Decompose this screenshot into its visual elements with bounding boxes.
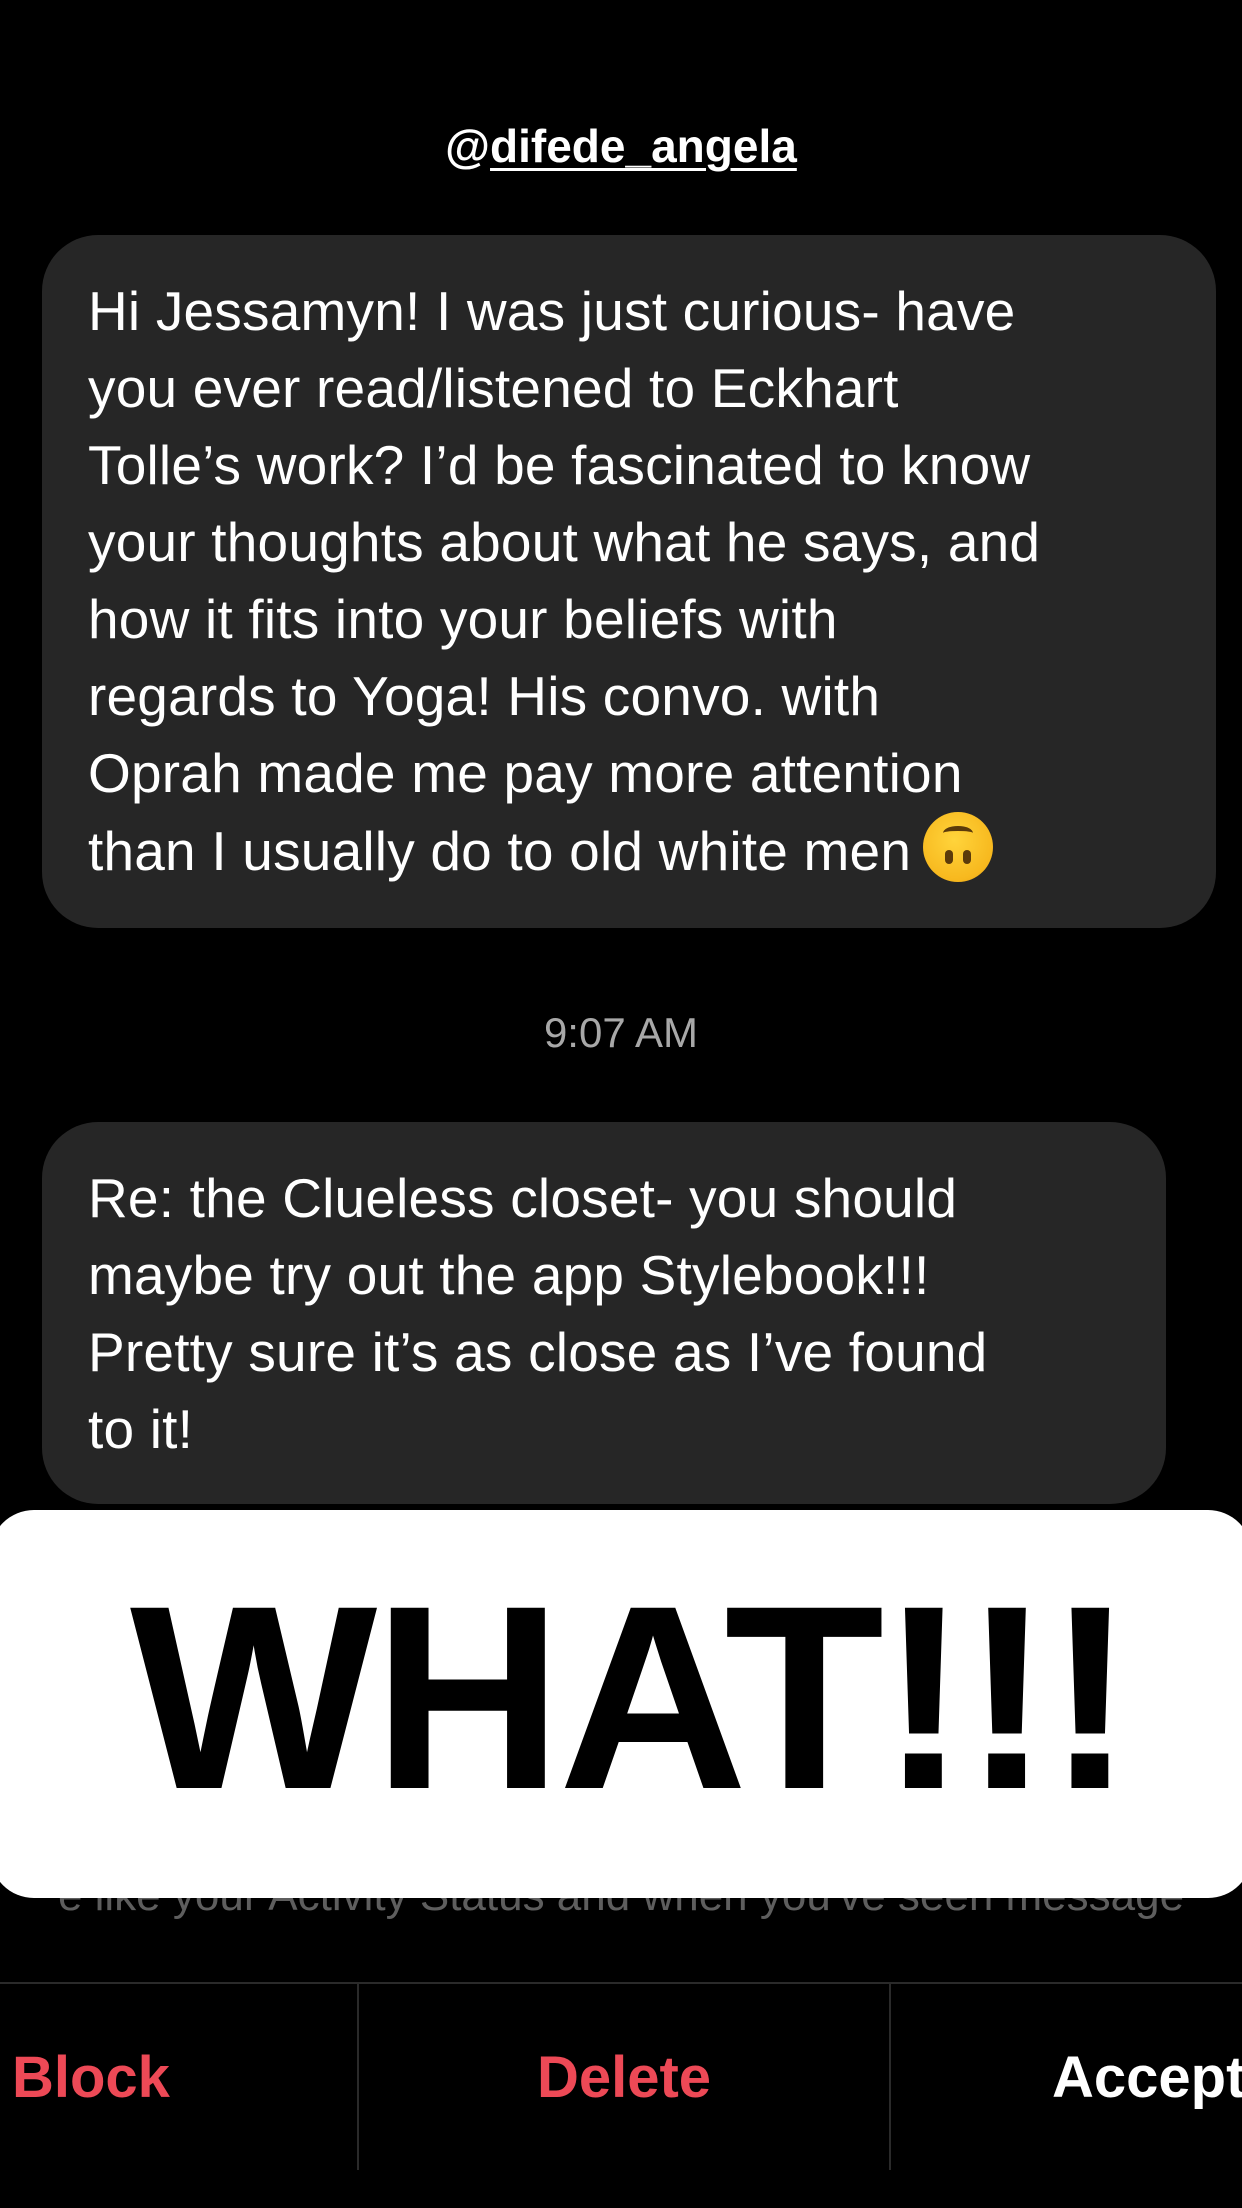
message-line: Hi Jessamyn! I was just curious- have: [88, 280, 1016, 342]
requester-handle[interactable]: @difede_angela: [0, 118, 1242, 174]
handle-name: difede_angela: [490, 120, 797, 172]
message-line: how it fits into your beliefs with: [88, 588, 838, 650]
message-line: Oprah made me pay more attention: [88, 742, 963, 804]
block-button[interactable]: Block: [12, 1984, 352, 2170]
message-line: you ever read/listened to Eckhart: [88, 357, 899, 419]
message-line: to it!: [88, 1398, 194, 1460]
message-line: Re: the Clueless closet- you should: [88, 1167, 958, 1229]
message-line: your thoughts about what he says, and: [88, 511, 1041, 573]
message-line-last: than I usually do to old white men: [88, 812, 1170, 890]
request-action-bar: Block Delete Accept: [0, 1984, 1242, 2170]
message-bubble[interactable]: Re: the Clueless closet- you should mayb…: [42, 1122, 1166, 1504]
handle-prefix: @: [445, 120, 491, 172]
action-separator: [357, 1984, 359, 2170]
message-bubble[interactable]: Hi Jessamyn! I was just curious- have yo…: [42, 235, 1216, 928]
message-line-text: than I usually do to old white men: [88, 820, 912, 882]
message-timestamp: 9:07 AM: [543, 1009, 699, 1056]
delete-button[interactable]: Delete: [360, 1984, 888, 2170]
message-line: Tolle’s work? I’d be fascinated to know: [88, 434, 1031, 496]
message-line: Pretty sure it’s as close as I’ve found: [88, 1321, 988, 1383]
sticker-text: WHAT!!!: [129, 1551, 1134, 1844]
accept-button[interactable]: Accept: [1052, 1984, 1242, 2170]
action-separator: [889, 1984, 891, 2170]
upside-down-face-icon: [923, 812, 994, 882]
message-line: maybe try out the app Stylebook!!!: [88, 1244, 930, 1306]
message-line: regards to Yoga! His convo. with: [88, 665, 881, 727]
